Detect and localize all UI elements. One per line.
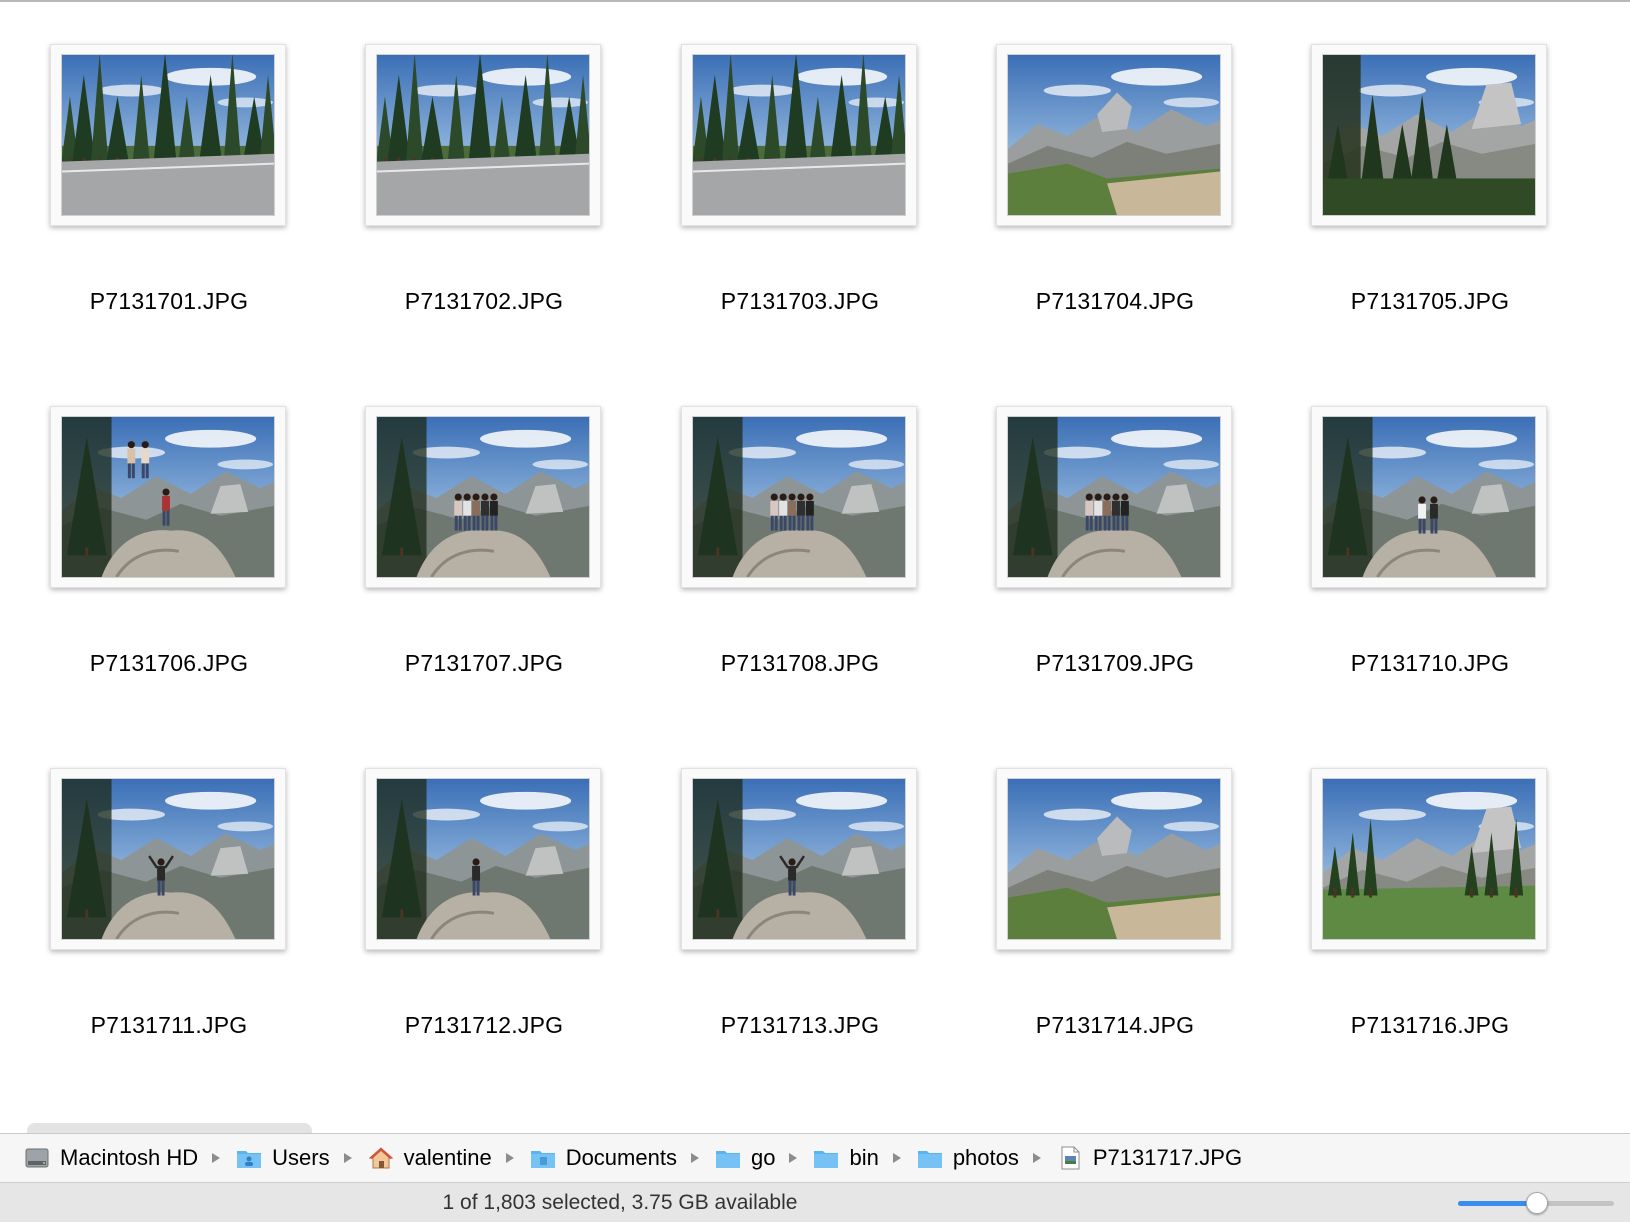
file-item[interactable]: P7131711.JPG xyxy=(0,724,328,1038)
photo-thumbnail xyxy=(692,416,906,578)
slider-knob[interactable] xyxy=(1526,1192,1548,1214)
file-name-label[interactable]: P7131704.JPG xyxy=(946,288,1284,315)
users-folder-icon xyxy=(236,1146,262,1170)
home-icon xyxy=(368,1146,394,1170)
path-separator-icon xyxy=(891,1151,903,1165)
file-thumbnail-frame[interactable] xyxy=(1311,768,1547,950)
icon-grid: P7131701.JPG P7131702.JPG P7131703.JPG P… xyxy=(0,0,1630,1125)
file-item[interactable]: P7131705.JPG xyxy=(1261,0,1589,314)
file-name-label[interactable]: P7131716.JPG xyxy=(1261,1012,1599,1039)
file-item[interactable]: P7131706.JPG xyxy=(0,362,328,676)
file-name-label[interactable]: P7131705.JPG xyxy=(1261,288,1599,315)
file-thumbnail-frame[interactable] xyxy=(996,768,1232,950)
photo-thumbnail xyxy=(1007,416,1221,578)
path-item[interactable]: Documents xyxy=(530,1145,677,1171)
path-item[interactable]: P7131717.JPG xyxy=(1057,1145,1242,1171)
icon-size-slider[interactable] xyxy=(1458,1192,1614,1214)
file-thumbnail-frame[interactable] xyxy=(50,44,286,226)
file-name-label[interactable]: P7131703.JPG xyxy=(631,288,969,315)
path-bar: Macintosh HD Users valentine Documents go bin… xyxy=(0,1133,1630,1183)
file-item[interactable]: P7131708.JPG xyxy=(631,362,959,676)
file-thumbnail-frame[interactable] xyxy=(365,44,601,226)
file-item[interactable]: P7131716.JPG xyxy=(1261,724,1589,1038)
file-name-label[interactable]: P7131713.JPG xyxy=(631,1012,969,1039)
photo-thumbnail xyxy=(376,778,590,940)
file-name-label[interactable]: P7131706.JPG xyxy=(0,650,338,677)
file-thumbnail-frame[interactable] xyxy=(50,768,286,950)
path-separator-icon xyxy=(342,1151,354,1165)
photo-thumbnail xyxy=(692,778,906,940)
path-separator-icon xyxy=(689,1151,701,1165)
file-name-label[interactable]: P7131701.JPG xyxy=(0,288,338,315)
jpeg-file-icon xyxy=(1057,1146,1083,1170)
file-item[interactable]: P7131702.JPG xyxy=(315,0,643,314)
path-separator-icon xyxy=(787,1151,799,1165)
file-item[interactable]: P7131704.JPG xyxy=(946,0,1274,314)
file-item[interactable]: P7131712.JPG xyxy=(315,724,643,1038)
path-separator-icon xyxy=(1031,1151,1043,1165)
file-thumbnail-frame[interactable] xyxy=(1311,406,1547,588)
photo-thumbnail xyxy=(1007,778,1221,940)
file-thumbnail-frame[interactable] xyxy=(681,768,917,950)
path-separator-icon xyxy=(504,1151,516,1165)
path-item-label: P7131717.JPG xyxy=(1092,1145,1243,1170)
file-thumbnail-frame[interactable] xyxy=(681,44,917,226)
photo-thumbnail xyxy=(1322,416,1536,578)
path-item-label: photos xyxy=(952,1145,1019,1170)
path-item-label: Users xyxy=(272,1145,330,1170)
file-thumbnail-frame[interactable] xyxy=(681,406,917,588)
path-item[interactable]: Macintosh HD xyxy=(24,1145,198,1171)
file-item[interactable]: P7131709.JPG xyxy=(946,362,1274,676)
file-item[interactable]: P7131703.JPG xyxy=(631,0,959,314)
file-thumbnail-frame[interactable] xyxy=(365,768,601,950)
folder-icon xyxy=(715,1146,741,1170)
path-item-label: Documents xyxy=(565,1145,677,1170)
horizontal-scroll-tab[interactable] xyxy=(27,1123,312,1133)
file-name-label[interactable]: P7131702.JPG xyxy=(315,288,653,315)
file-item[interactable]: P7131710.JPG xyxy=(1261,362,1589,676)
file-thumbnail-frame[interactable] xyxy=(996,44,1232,226)
path-item-label: go xyxy=(750,1145,776,1170)
path-item-label: Macintosh HD xyxy=(60,1145,199,1170)
folder-icon xyxy=(917,1146,943,1170)
path-item[interactable]: Users xyxy=(236,1145,330,1171)
file-name-label[interactable]: P7131712.JPG xyxy=(315,1012,653,1039)
file-name-label[interactable]: P7131710.JPG xyxy=(1261,650,1599,677)
path-item-label: valentine xyxy=(403,1145,492,1170)
photo-thumbnail xyxy=(376,416,590,578)
file-item[interactable]: P7131714.JPG xyxy=(946,724,1274,1038)
file-item[interactable]: P7131713.JPG xyxy=(631,724,959,1038)
photo-thumbnail xyxy=(1322,778,1536,940)
path-item[interactable]: go xyxy=(715,1145,775,1171)
status-text: 1 of 1,803 selected, 3.75 GB available xyxy=(442,1191,798,1214)
file-thumbnail-frame[interactable] xyxy=(1311,44,1547,226)
documents-folder-icon xyxy=(530,1146,556,1170)
file-name-label[interactable]: P7131707.JPG xyxy=(315,650,653,677)
file-thumbnail-frame[interactable] xyxy=(996,406,1232,588)
path-item[interactable]: photos xyxy=(917,1145,1019,1171)
slider-track-fill xyxy=(1458,1201,1536,1206)
photo-thumbnail xyxy=(1322,54,1536,216)
path-item[interactable]: valentine xyxy=(368,1145,492,1171)
path-item-label: bin xyxy=(849,1145,879,1170)
photo-thumbnail xyxy=(692,54,906,216)
photo-thumbnail xyxy=(61,778,275,940)
photo-thumbnail xyxy=(1007,54,1221,216)
folder-icon xyxy=(813,1146,839,1170)
hard-drive-icon xyxy=(24,1146,50,1170)
path-separator-icon xyxy=(210,1151,222,1165)
file-item[interactable]: P7131701.JPG xyxy=(0,0,328,314)
file-name-label[interactable]: P7131709.JPG xyxy=(946,650,1284,677)
status-bar: 1 of 1,803 selected, 3.75 GB available xyxy=(0,1183,1630,1222)
file-name-label[interactable]: P7131708.JPG xyxy=(631,650,969,677)
photo-thumbnail xyxy=(376,54,590,216)
photo-thumbnail xyxy=(61,54,275,216)
path-item[interactable]: bin xyxy=(813,1145,879,1171)
file-thumbnail-frame[interactable] xyxy=(365,406,601,588)
photo-thumbnail xyxy=(61,416,275,578)
file-item[interactable]: P7131707.JPG xyxy=(315,362,643,676)
file-thumbnail-frame[interactable] xyxy=(50,406,286,588)
file-name-label[interactable]: P7131711.JPG xyxy=(0,1012,338,1039)
file-name-label[interactable]: P7131714.JPG xyxy=(946,1012,1284,1039)
